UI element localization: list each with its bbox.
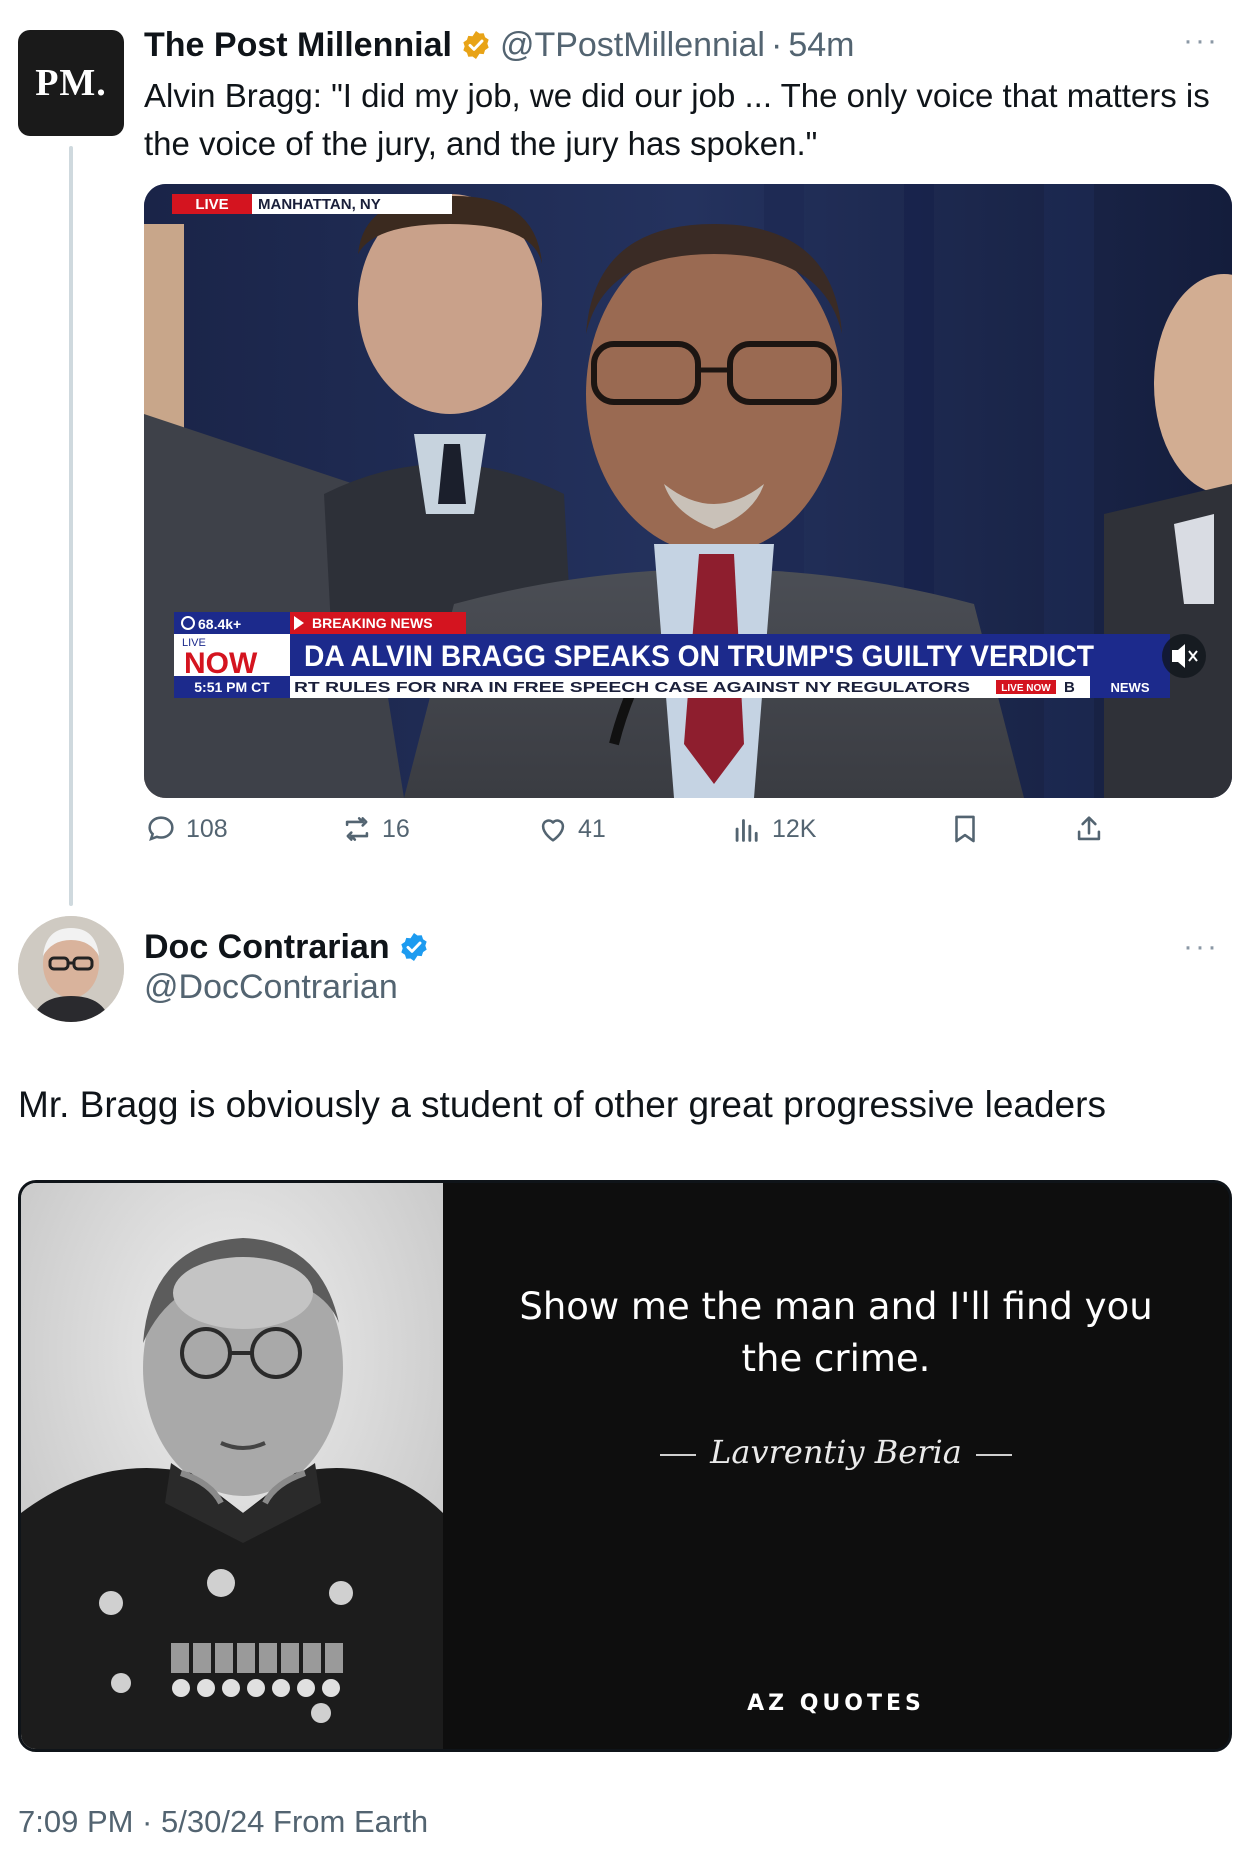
reply-icon — [148, 816, 174, 842]
header-separator: · — [770, 25, 783, 64]
author-display-name[interactable]: Doc Contrarian — [144, 928, 390, 967]
attached-quote-image[interactable]: Show me the man and I'll find you the cr… — [18, 1180, 1232, 1752]
more-options-icon[interactable]: ··· — [1183, 24, 1219, 58]
doc-contrarian-avatar[interactable] — [18, 916, 124, 1022]
more-options-icon[interactable]: ··· — [1183, 930, 1219, 964]
live-tag: LIVE — [195, 196, 228, 213]
clock-label: 5:51 PM CT — [194, 679, 270, 695]
quote-text-panel: Show me the man and I'll find you the cr… — [443, 1183, 1229, 1749]
video-frame: LIVE MANHATTAN, NY 68.4k+ BREAKING NEWS … — [144, 184, 1232, 798]
location-label: MANHATTAN, NY — [258, 196, 381, 213]
share-icon — [1077, 816, 1101, 841]
blue-verified-badge-icon — [400, 933, 427, 961]
main-tweet-header: Doc Contrarian — [144, 924, 438, 970]
share-button[interactable] — [1072, 812, 1114, 846]
news-video-player[interactable]: LIVE MANHATTAN, NY 68.4k+ BREAKING NEWS … — [144, 184, 1232, 798]
main-tweet-text: Mr. Bragg is obviously a student of othe… — [18, 1084, 1106, 1125]
quote-line-2: the crime. — [741, 1337, 931, 1380]
author-dash-right — [975, 1453, 1012, 1456]
tweet-time[interactable]: 54m — [788, 26, 854, 65]
reply-count: 108 — [186, 814, 228, 843]
gold-verified-badge-icon — [463, 31, 489, 59]
quoted-tweet-text: Alvin Bragg: "I did my job, we did our j… — [144, 77, 1210, 162]
quoted-tweet-action-bar: 108 16 41 12K — [144, 812, 1144, 860]
network-label: NEWS — [1111, 680, 1150, 695]
repost-icon — [345, 817, 369, 841]
repost-count: 16 — [382, 814, 410, 843]
quoted-tweet-header: The Post Millennial @TPostMillennial · 5… — [144, 22, 854, 68]
like-count: 41 — [578, 814, 606, 843]
reply-button[interactable]: 108 — [144, 812, 228, 846]
now-label: NOW — [184, 647, 258, 680]
bookmark-icon — [955, 815, 975, 843]
quote-text: Show me the man and I'll find you the cr… — [483, 1281, 1189, 1385]
author-handle[interactable]: @DocContrarian — [144, 968, 398, 1007]
like-button[interactable]: 41 — [536, 812, 606, 846]
author-dash-left — [660, 1453, 697, 1456]
author-display-name[interactable]: The Post Millennial — [144, 26, 452, 65]
news-ticker: RT RULES FOR NRA IN FREE SPEECH CASE AGA… — [294, 679, 970, 696]
ticker-end: B — [1064, 679, 1075, 696]
quote-line-1: Show me the man and I'll find you — [519, 1285, 1153, 1328]
avatar-photo — [18, 916, 124, 1022]
headline-banner: DA ALVIN BRAGG SPEAKS ON TRUMP'S GUILTY … — [304, 640, 1094, 673]
post-millennial-avatar[interactable]: PM. — [18, 30, 124, 136]
author-handle[interactable]: @TPostMillennial — [500, 26, 765, 65]
quote-author: Lavrentiy Beria — [443, 1433, 1229, 1471]
ticker-live-now-logo: LIVE NOW — [1001, 683, 1051, 694]
view-count-stat: 12K — [772, 814, 817, 843]
analytics-icon — [735, 819, 758, 842]
breaking-news-label: BREAKING NEWS — [312, 615, 433, 631]
author-name: Lavrentiy Beria — [710, 1433, 962, 1471]
views-button[interactable]: 12K — [730, 812, 816, 846]
az-quotes-logo: AZ QUOTES — [747, 1691, 925, 1716]
thread-connector-line — [69, 146, 73, 906]
mute-icon[interactable] — [1162, 634, 1206, 678]
tweet-timestamp[interactable]: 7:09 PM · 5/30/24 From Earth — [18, 1804, 428, 1840]
avatar-logo-text: PM. — [35, 62, 107, 104]
beria-portrait-photo — [21, 1183, 443, 1749]
bookmark-button[interactable] — [948, 812, 990, 846]
heart-icon — [541, 819, 565, 842]
repost-button[interactable]: 16 — [340, 812, 410, 846]
view-count: 68.4k+ — [198, 616, 241, 632]
